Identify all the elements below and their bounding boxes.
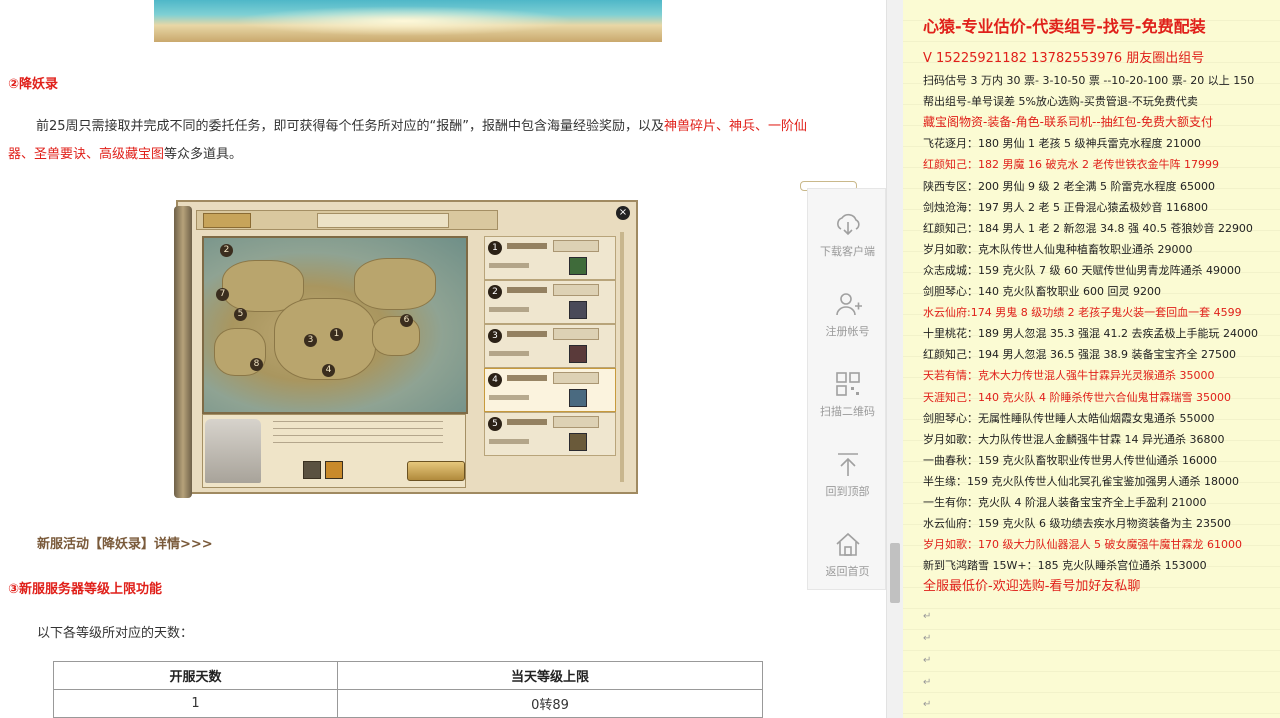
note-line: 飞花逐月：180 男仙 1 老孩 5 级神兵雷克水程度 21000 bbox=[923, 137, 1201, 151]
section-title-level-cap: ③新服服务器等级上限功能 bbox=[8, 582, 163, 597]
task-item: 3 bbox=[484, 324, 616, 368]
return-mark: ↵ bbox=[923, 611, 932, 622]
table-cell: 1 bbox=[53, 689, 338, 718]
table-header-row: 开服天数 当天等级上限 bbox=[53, 661, 763, 690]
note-line: 陕西专区：200 男仙 9 级 2 老全满 5 阶雷克水程度 65000 bbox=[923, 179, 1215, 193]
note-line: 红颜知己：184 男人 1 老 2 新忽混 34.8 强 40.5 苍狼妙音 2… bbox=[923, 221, 1253, 235]
npc-portrait bbox=[205, 419, 261, 483]
scrollbar-thumb[interactable] bbox=[890, 543, 900, 603]
banner-image bbox=[154, 0, 662, 42]
game-dialog-button bbox=[407, 461, 465, 481]
note-line: 十里桃花：189 男人忽混 35.3 强混 41.2 去疾孟极上手能玩 2400… bbox=[923, 327, 1258, 341]
table-cell: 0转89 bbox=[337, 689, 763, 718]
task-item: 4 bbox=[484, 368, 616, 412]
note-contact: V 15225921182 13782553976 朋友圈出组号 bbox=[923, 51, 1205, 66]
npc-dialog bbox=[202, 414, 466, 488]
note-title: 心猿-专业估价-代卖组号-找号-免费配装 bbox=[923, 17, 1206, 36]
scroll-spine bbox=[174, 206, 192, 498]
article-content: ②降妖录 前25周只需接取并完成不同的委托任务，即可获得每个任务所对应的“报酬”… bbox=[0, 0, 886, 718]
game-topbar bbox=[196, 210, 498, 230]
user-add-icon bbox=[835, 293, 862, 316]
note-line: 一曲春秋：159 克火队畜牧职业传世男人传世仙通杀 16000 bbox=[923, 453, 1217, 467]
note-line: 帮出组号-单号误差 5%放心选购-买贵管退-不玩免费代卖 bbox=[923, 95, 1198, 109]
note-line: 剑烛沧海：197 男人 2 老 5 正骨混心猿孟极妙音 116800 bbox=[923, 200, 1208, 214]
home-icon bbox=[835, 532, 860, 556]
cloud-download-icon bbox=[836, 213, 860, 236]
level-cap-table: 开服天数 当天等级上限 1 0转89 bbox=[53, 661, 763, 718]
note-line: 全服最低价-欢迎选购-看号加好友私聊 bbox=[923, 579, 1141, 595]
return-mark: ↵ bbox=[923, 699, 932, 710]
task-item: 1 bbox=[484, 236, 616, 280]
scan-qrcode-button[interactable]: 扫描二维码 bbox=[808, 355, 887, 435]
task-item: 5 bbox=[484, 412, 616, 456]
back-to-top-button[interactable]: 回到顶部 bbox=[808, 435, 887, 515]
game-map: 2 1 3 4 5 6 7 8 bbox=[202, 236, 468, 430]
note-line: 岁月如歌：克木队传世人仙鬼种植畜牧职业通杀 29000 bbox=[923, 242, 1193, 256]
note-line: 红颜知己：182 男魔 16 破克水 2 老传世铁衣金牛阵 17999 bbox=[923, 158, 1219, 172]
download-client-button[interactable]: 下载客户端 bbox=[808, 195, 887, 275]
map-marker: 7 bbox=[216, 288, 229, 301]
note-line: 剑胆琴心：无属性睡队传世睡人太皓仙烟霞女鬼通杀 55000 bbox=[923, 411, 1215, 425]
return-mark: ↵ bbox=[923, 633, 932, 644]
note-line: 剑胆琴心：140 克火队畜牧职业 600 回灵 9200 bbox=[923, 285, 1161, 298]
event-detail-link[interactable]: 新服活动【降妖录】详情>>> bbox=[37, 533, 213, 552]
note-line: 新到飞鸿踏雪 15W+：185 克火队睡杀宫位通杀 153000 bbox=[923, 559, 1207, 573]
map-marker: 8 bbox=[250, 358, 263, 371]
game-close-icon: × bbox=[616, 206, 630, 220]
home-button[interactable]: 返回首页 bbox=[808, 515, 887, 595]
note-line: 岁月如歌：170 级大力队仙器混人 5 破女魔强牛魔甘霖龙 61000 bbox=[923, 538, 1242, 552]
note-line: 岁月如歌：大力队传世混人金麟强牛甘霖 14 异光通杀 36800 bbox=[923, 432, 1225, 446]
note-line: 一生有你：克火队 4 阶混人装备宝宝齐全上手盈利 21000 bbox=[923, 496, 1207, 509]
return-mark: ↵ bbox=[923, 655, 932, 666]
map-marker: 4 bbox=[322, 364, 335, 377]
paragraph-end: 等众多道具。 bbox=[164, 147, 243, 162]
task-list: 1 2 3 4 5 bbox=[484, 236, 616, 466]
note-line: 半生缘：159 克火队传世人仙北冥孔雀宝鉴加强男人通杀 18000 bbox=[923, 474, 1239, 488]
register-button[interactable]: 注册帐号 bbox=[808, 275, 887, 355]
table-header: 当天等级上限 bbox=[337, 661, 763, 690]
note-line: 藏宝阁物资-装备-角色-联系司机--抽红包-免费大额支付 bbox=[923, 115, 1213, 130]
note-line: 水云仙府:174 男鬼 8 级功绩 2 老孩子鬼火装一套回血一套 4599 bbox=[923, 306, 1242, 320]
tool-label: 注册帐号 bbox=[825, 325, 870, 338]
note-panel: 心猿-专业估价-代卖组号-找号-免费配装 V 15225921182 13782… bbox=[903, 0, 1280, 718]
back-to-top-icon bbox=[837, 453, 858, 476]
map-marker: 1 bbox=[330, 328, 343, 341]
paragraph-text: 前25周只需接取并完成不同的委托任务，即可获得每个任务所对应的“报酬”，报酬中包… bbox=[36, 119, 665, 134]
section-title-xiangyaolu: ②降妖录 bbox=[8, 77, 59, 92]
page-scrollbar[interactable] bbox=[886, 0, 903, 718]
map-marker: 3 bbox=[304, 334, 317, 347]
table-row: 1 0转89 bbox=[53, 689, 763, 718]
return-mark: ↵ bbox=[923, 677, 932, 688]
section-paragraph: 前25周只需接取并完成不同的委托任务，即可获得每个任务所对应的“报酬”，报酬中包… bbox=[8, 113, 808, 169]
tool-label: 返回首页 bbox=[825, 565, 870, 578]
note-line: 天涯知己：140 克火队 4 阶睡杀传世六合仙鬼甘霖瑞雪 35000 bbox=[923, 390, 1231, 404]
qrcode-icon bbox=[835, 372, 860, 396]
game-screenshot: 2 1 3 4 5 6 7 8 1 2 3 4 5 × bbox=[174, 200, 638, 498]
note-line: 红颜知己：194 男人忽混 36.5 强混 38.9 装备宝宝齐全 27500 bbox=[923, 348, 1236, 362]
tool-label: 扫描二维码 bbox=[820, 405, 875, 418]
table-intro: 以下各等级所对应的天数： bbox=[37, 626, 194, 641]
table-header: 开服天数 bbox=[53, 661, 338, 690]
note-line: 众志成城：159 克火队 7 级 60 天赋传世仙男青龙阵通杀 49000 bbox=[923, 263, 1241, 277]
task-item: 2 bbox=[484, 280, 616, 324]
note-line: 天若有情：克木大力传世混人强牛甘霖异光灵猴通杀 35000 bbox=[923, 369, 1215, 383]
tool-label: 下载客户端 bbox=[820, 245, 875, 258]
map-marker: 5 bbox=[234, 308, 247, 321]
note-line: 扫码估号 3 万内 30 票- 3-10-50 票 --10-20-100 票-… bbox=[923, 74, 1255, 87]
note-line: 水云仙府：159 克火队 6 级功绩去疾水月物资装备为主 23500 bbox=[923, 517, 1231, 531]
map-marker: 6 bbox=[400, 314, 413, 327]
map-marker: 2 bbox=[220, 244, 233, 257]
highlight-reward-1: 神兽碎片、 bbox=[664, 119, 730, 134]
tool-label: 回到顶部 bbox=[825, 485, 870, 498]
side-toolbar: 下载客户端 注册帐号 扫描二维码 回到顶部 返回首页 bbox=[807, 188, 886, 590]
